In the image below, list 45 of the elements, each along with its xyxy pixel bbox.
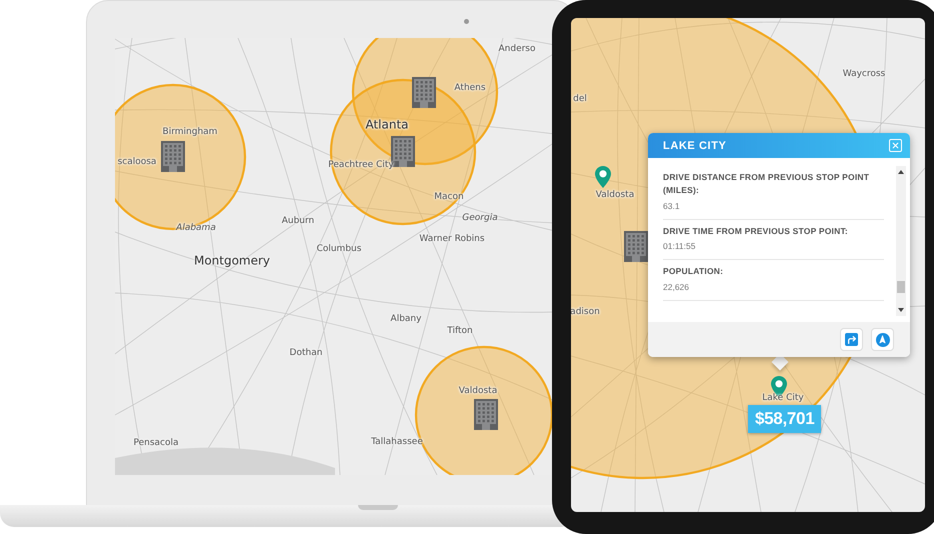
map-label: Lake City	[762, 394, 804, 404]
building-icon[interactable]	[624, 231, 648, 262]
map-label: Alabama	[176, 224, 216, 234]
map-label: Montgomery	[194, 254, 270, 268]
scroll-down-icon[interactable]	[898, 308, 904, 312]
map-label: Georgia	[462, 214, 498, 224]
building-icon[interactable]	[161, 141, 185, 172]
field-value: 01:11:55	[663, 241, 696, 252]
directions-button[interactable]	[840, 328, 863, 351]
map-label: Albany	[390, 315, 422, 325]
map-pin-icon[interactable]	[595, 166, 611, 188]
map-label: Athens	[454, 84, 486, 94]
price-badge: $58,701	[748, 405, 822, 433]
map-label: del	[573, 95, 587, 105]
building-icon[interactable]	[412, 77, 436, 108]
scrollbar[interactable]	[896, 166, 906, 316]
building-icon[interactable]	[474, 399, 498, 430]
field-value: 63.1	[663, 200, 681, 210]
navigation-icon	[876, 332, 890, 346]
popup-title: LAKE CITY	[663, 140, 726, 152]
map-label: Warner Robins	[419, 235, 485, 245]
scroll-thumb[interactable]	[897, 281, 905, 293]
map-label: Tifton	[447, 327, 473, 337]
field-label: POPULATION:	[663, 265, 724, 278]
close-icon	[891, 141, 900, 150]
map-label: Valdosta	[458, 387, 498, 397]
map-label: Birmingham	[162, 128, 218, 138]
field-label: DRIVE DISTANCE FROM PREVIOUS STOP POINT (MILES):	[663, 171, 870, 196]
map-label: Anderso	[498, 45, 536, 55]
scroll-up-icon[interactable]	[898, 170, 904, 174]
turn-right-icon	[845, 333, 858, 346]
close-button[interactable]	[889, 139, 902, 152]
map-label: Waycross	[842, 70, 886, 80]
field-label: DRIVE TIME FROM PREVIOUS STOP POINT:	[663, 224, 849, 238]
map-label: scaloosa	[118, 158, 156, 168]
field-value: 22,626	[663, 282, 690, 292]
map-label: Columbus	[316, 245, 362, 255]
map-label: Valdosta	[596, 191, 634, 201]
map-label: Atlanta	[365, 118, 409, 132]
navigate-button[interactable]	[871, 328, 894, 351]
map-label: Dothan	[290, 349, 322, 359]
map-label: Pensacola	[133, 439, 179, 449]
map-label: Auburn	[282, 217, 314, 227]
camera-icon	[464, 19, 469, 24]
map-label: adison	[571, 308, 600, 318]
